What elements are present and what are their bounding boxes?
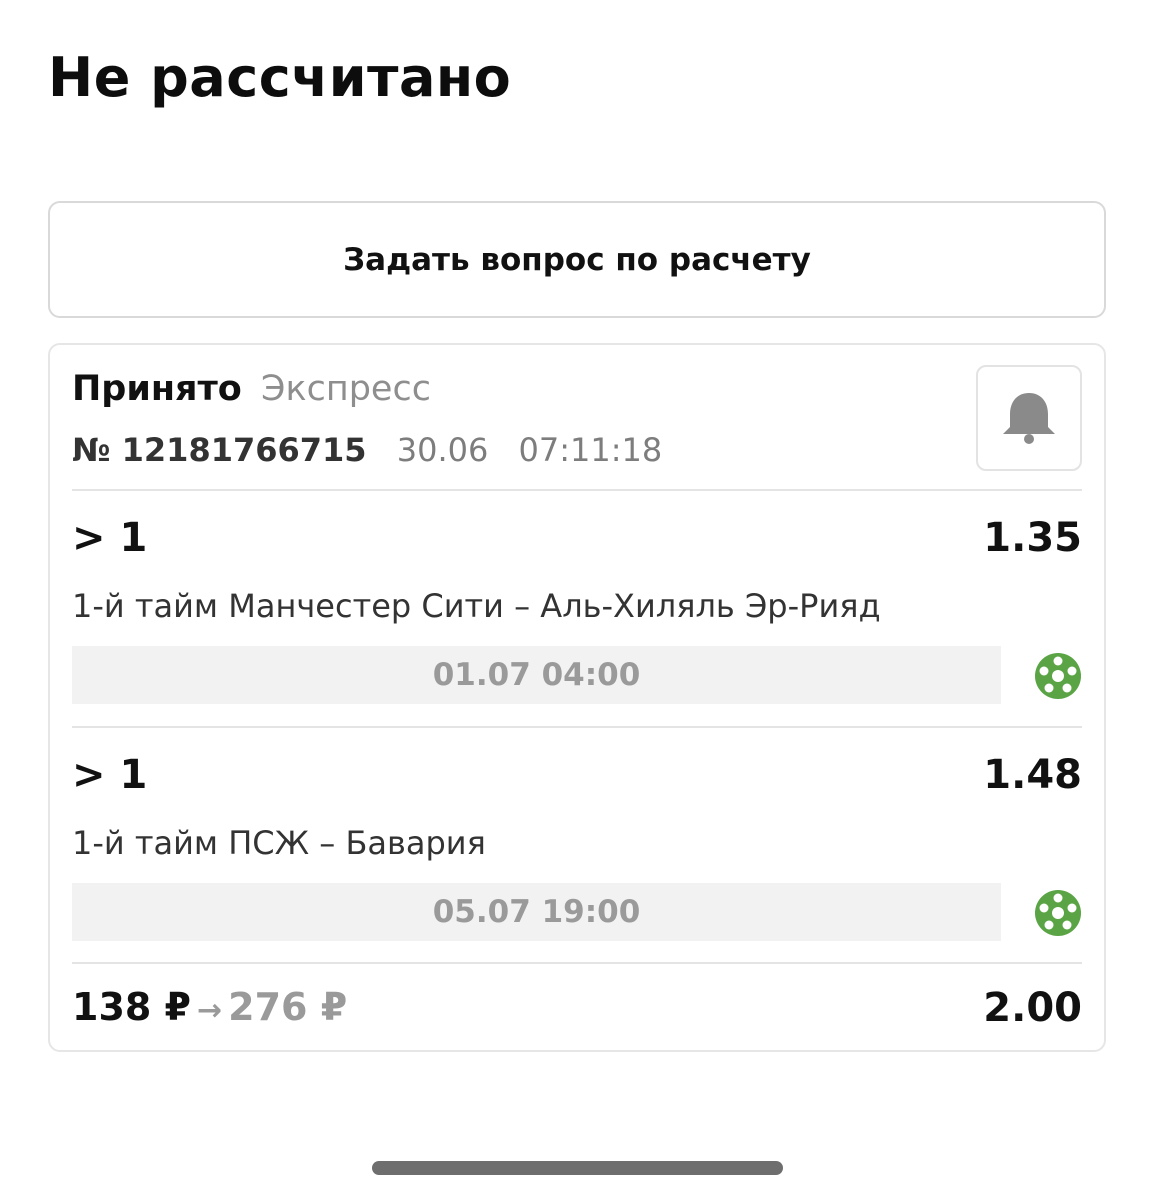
bet-date: 30.06 [396,431,489,469]
event-odds: 1.48 [983,752,1082,798]
bet-amounts: 138 ₽ → 276 ₽ [72,985,347,1029]
bet-number: № 12181766715 [72,431,367,469]
event-name[interactable]: 1-й тайм Манчестер Сити – Аль-Хиляль Эр-… [72,587,881,625]
divider [72,962,1082,964]
stake-amount: 138 ₽ [72,985,191,1029]
home-indicator[interactable] [372,1161,783,1175]
arrow-right-icon: → [197,993,223,1028]
football-icon [1035,890,1081,936]
bet-time: 07:11:18 [518,431,663,469]
event-outcome: > 1 [72,515,148,561]
event-odds: 1.35 [983,515,1082,561]
potential-payout: 276 ₽ [228,985,348,1029]
bet-header: Принято Экспресс № 12181766715 30.06 07:… [72,363,1082,489]
ask-settlement-question-label: Задать вопрос по расчету [343,241,811,278]
bet-meta: № 12181766715 30.06 07:11:18 [72,431,662,469]
bet-event-1: > 1 1.35 1-й тайм Манчестер Сити – Аль-Х… [72,491,1082,705]
event-outcome: > 1 [72,752,148,798]
event-name[interactable]: 1-й тайм ПСЖ – Бавария [72,824,486,862]
bet-status-line: Принято Экспресс [72,369,431,409]
football-icon [1035,653,1081,699]
ask-settlement-question-button[interactable]: Задать вопрос по расчету [48,201,1106,318]
total-odds: 2.00 [983,985,1082,1031]
bell-icon [1003,393,1055,444]
page-title: Не рассчитано [48,46,512,109]
event-start-time: 01.07 04:00 [72,646,1001,704]
bet-footer: 138 ₽ → 276 ₽ 2.00 [72,977,1082,1037]
bet-card: Принято Экспресс № 12181766715 30.06 07:… [48,343,1106,1052]
notification-bell-button[interactable] [976,365,1082,471]
bet-type: Экспресс [261,369,431,409]
bet-event-2: > 1 1.48 1-й тайм ПСЖ – Бавария 05.07 19… [72,728,1082,942]
event-start-time: 05.07 19:00 [72,883,1001,941]
bet-status: Принято [72,369,242,409]
